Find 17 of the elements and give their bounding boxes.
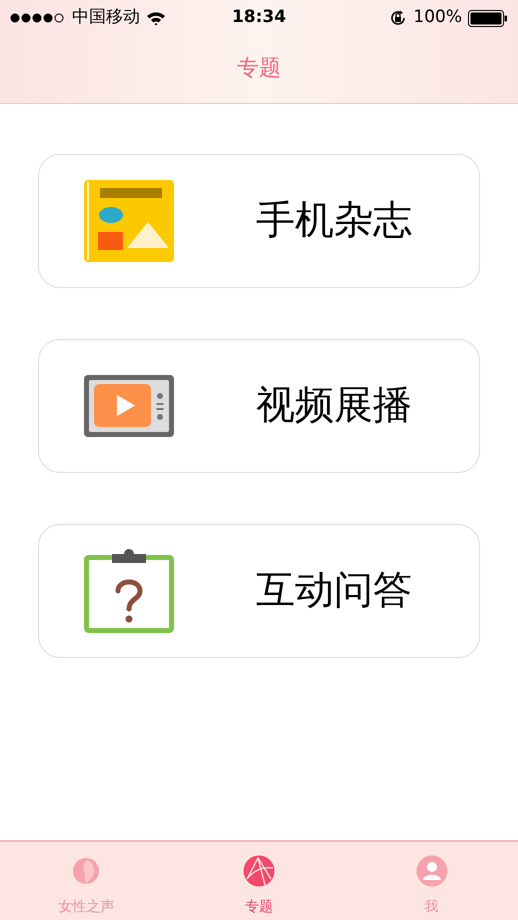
tv-icon (84, 375, 174, 437)
rotation-lock-icon (389, 9, 408, 27)
topic-card[interactable]: 视频展播 (38, 339, 480, 473)
magazine-icon (84, 180, 174, 262)
topic-card[interactable]: 手机杂志 (38, 154, 480, 288)
clock: 18:34 (232, 6, 286, 30)
globe-network-icon (242, 855, 275, 887)
clipboard-question-icon (84, 549, 174, 633)
wifi-icon (146, 10, 166, 26)
battery-percent: 100% (413, 6, 462, 30)
signal-icon (10, 12, 66, 24)
woman-profile-icon (72, 857, 100, 885)
user-icon (416, 855, 448, 887)
topic-card[interactable]: 互动问答 (38, 524, 480, 658)
carrier-name: 中国移动 (72, 6, 140, 30)
battery-icon (468, 10, 508, 26)
page-title: 专题 (237, 55, 281, 83)
